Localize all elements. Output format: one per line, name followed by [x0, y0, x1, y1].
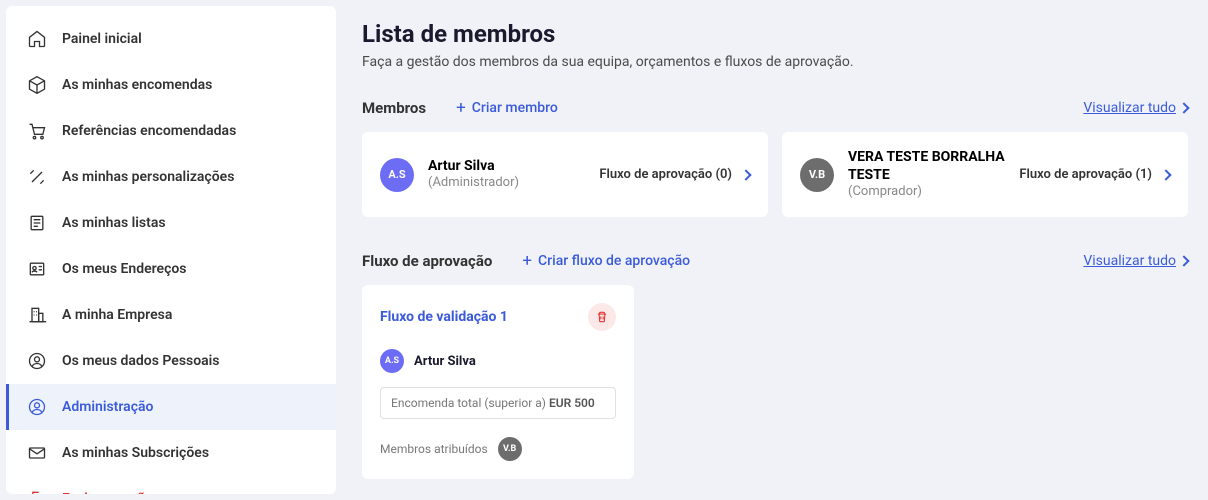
mail-icon	[26, 442, 48, 464]
member-role: (Administrador)	[428, 175, 585, 192]
member-flow-link[interactable]: Fluxo de aprovação (0)	[599, 167, 750, 182]
create-flow-label: Criar fluxo de aprovação	[538, 253, 690, 269]
chevron-right-icon	[1178, 102, 1189, 113]
list-icon	[26, 212, 48, 234]
member-flow-label: Fluxo de aprovação (0)	[599, 167, 732, 182]
flow-assigned-row: Membros atribuídos V.B	[380, 437, 616, 461]
building-icon	[26, 304, 48, 326]
cart-icon	[26, 120, 48, 142]
member-name: VERA TESTE BORRALHA TESTE	[848, 148, 1005, 184]
member-card[interactable]: A.S Artur Silva (Administrador) Fluxo de…	[362, 132, 768, 217]
sidebar-item-encomendas[interactable]: As minhas encomendas	[6, 62, 336, 108]
delete-flow-button[interactable]	[588, 303, 616, 331]
flow-card: Fluxo de validação 1 A.S Artur Silva Enc…	[362, 285, 634, 479]
sidebar-item-label: As minhas encomendas	[62, 77, 212, 93]
member-info: VERA TESTE BORRALHA TESTE (Comprador)	[848, 148, 1005, 201]
sidebar-item-label: Administração	[62, 399, 153, 415]
sidebar-item-logout[interactable]: Fechar sessão	[6, 476, 336, 494]
page-subtitle: Faça a gestão dos membros da sua equipa,…	[362, 54, 1188, 70]
create-member-label: Criar membro	[472, 100, 558, 116]
sidebar-item-label: As minhas listas	[62, 215, 166, 231]
members-section-head: Membros + Criar membro Visualizar tudo	[362, 98, 1188, 118]
flows-section-title: Fluxo de aprovação	[362, 252, 492, 270]
member-info: Artur Silva (Administrador)	[428, 157, 585, 192]
condition-value: EUR 500	[549, 396, 595, 410]
member-card[interactable]: V.B VERA TESTE BORRALHA TESTE (Comprador…	[782, 132, 1188, 217]
sidebar-item-personalizacoes[interactable]: As minhas personalizações	[6, 154, 336, 200]
sidebar-item-referencias[interactable]: Referências encomendadas	[6, 108, 336, 154]
sidebar-item-label: A minha Empresa	[62, 307, 172, 323]
plus-icon: +	[522, 251, 532, 271]
flows-section-head: Fluxo de aprovação + Criar fluxo de apro…	[362, 251, 1188, 271]
main-content: Lista de membros Faça a gestão dos membr…	[342, 0, 1208, 500]
sidebar-item-label: Fechar sessão	[62, 491, 153, 494]
member-flow-label: Fluxo de aprovação (1)	[1019, 167, 1152, 182]
member-flow-link[interactable]: Fluxo de aprovação (1)	[1019, 167, 1170, 182]
page-title: Lista de membros	[362, 20, 1188, 48]
address-icon	[26, 258, 48, 280]
sidebar-item-label: Os meus dados Pessoais	[62, 353, 220, 369]
flow-name[interactable]: Fluxo de validação 1	[380, 309, 508, 325]
sidebar-item-administracao[interactable]: Administração	[6, 384, 336, 430]
avatar: V.B	[800, 158, 834, 192]
sidebar-item-empresa[interactable]: A minha Empresa	[6, 292, 336, 338]
package-icon	[26, 74, 48, 96]
member-name: Artur Silva	[428, 157, 585, 175]
assigned-label: Membros atribuídos	[380, 442, 488, 456]
sidebar-item-painel-inicial[interactable]: Painel inicial	[6, 16, 336, 62]
logout-icon	[26, 488, 48, 494]
member-role: (Comprador)	[848, 184, 1005, 201]
chevron-right-icon	[1160, 169, 1171, 180]
tools-icon	[26, 166, 48, 188]
sidebar-item-subscricoes[interactable]: As minhas Subscrições	[6, 430, 336, 476]
flow-condition: Encomenda total (superior a) EUR 500	[380, 387, 616, 419]
sidebar-item-label: Painel inicial	[62, 31, 142, 47]
sidebar-item-label: Referências encomendadas	[62, 123, 236, 139]
user-icon	[26, 350, 48, 372]
view-all-label: Visualizar tudo	[1083, 253, 1176, 269]
view-all-label: Visualizar tudo	[1083, 100, 1176, 116]
sidebar-item-listas[interactable]: As minhas listas	[6, 200, 336, 246]
sidebar-item-label: As minhas Subscrições	[62, 445, 209, 461]
members-section-title: Membros	[362, 99, 426, 117]
sidebar-item-label: Os meus Endereços	[62, 261, 187, 277]
sidebar: Painel inicial As minhas encomendas Refe…	[6, 6, 336, 494]
create-member-link[interactable]: + Criar membro	[456, 98, 558, 118]
create-flow-link[interactable]: + Criar fluxo de aprovação	[522, 251, 690, 271]
sidebar-item-label: As minhas personalizações	[62, 169, 234, 185]
admin-icon	[26, 396, 48, 418]
chevron-right-icon	[1178, 256, 1189, 267]
avatar: V.B	[498, 437, 522, 461]
plus-icon: +	[456, 98, 466, 118]
home-icon	[26, 28, 48, 50]
condition-prefix: Encomenda total (superior a)	[391, 396, 549, 410]
chevron-right-icon	[740, 169, 751, 180]
flow-approver: A.S Artur Silva	[380, 349, 616, 373]
flow-approver-name: Artur Silva	[414, 354, 476, 369]
members-row: A.S Artur Silva (Administrador) Fluxo de…	[362, 132, 1188, 217]
sidebar-item-enderecos[interactable]: Os meus Endereços	[6, 246, 336, 292]
view-all-flows-link[interactable]: Visualizar tudo	[1083, 253, 1188, 269]
avatar: A.S	[380, 158, 414, 192]
view-all-members-link[interactable]: Visualizar tudo	[1083, 100, 1188, 116]
trash-icon	[595, 310, 609, 324]
avatar: A.S	[380, 349, 404, 373]
sidebar-item-dados-pessoais[interactable]: Os meus dados Pessoais	[6, 338, 336, 384]
